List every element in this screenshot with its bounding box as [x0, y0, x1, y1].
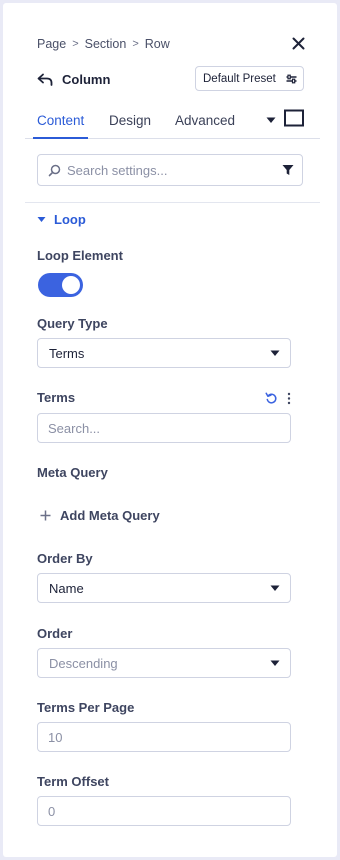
- order-select[interactable]: Descending: [37, 648, 291, 678]
- close-icon: [292, 37, 304, 49]
- order-by-label: Order By: [37, 551, 93, 566]
- plus-icon: [40, 510, 51, 520]
- search-icon: [48, 164, 61, 176]
- breadcrumb-section[interactable]: Section: [85, 37, 127, 51]
- meta-query-label: Meta Query: [37, 465, 108, 480]
- caret-down-icon: [270, 660, 280, 666]
- order-by-value: Name: [49, 580, 84, 596]
- element-title: Column: [62, 71, 111, 87]
- add-meta-query-label: Add Meta Query: [60, 507, 160, 523]
- section-divider: [25, 202, 320, 203]
- preset-selector[interactable]: Default Preset: [195, 66, 304, 91]
- breadcrumb: Page > Section > Row: [37, 34, 170, 54]
- preset-label: Default Preset: [203, 72, 276, 85]
- loop-element-toggle[interactable]: [38, 273, 83, 297]
- tab-design[interactable]: Design: [105, 103, 155, 138]
- tab-bar: Content Design Advanced: [25, 103, 320, 139]
- tab-content[interactable]: Content: [33, 103, 89, 139]
- loop-element-label: Loop Element: [37, 248, 123, 263]
- order-value: Descending: [49, 655, 118, 671]
- settings-search: [37, 154, 303, 186]
- tab-design-label: Design: [109, 113, 152, 128]
- breadcrumb-row[interactable]: Row: [145, 37, 170, 51]
- add-meta-query-button[interactable]: Add Meta Query: [40, 505, 160, 525]
- order-by-select[interactable]: Name: [37, 573, 291, 603]
- query-type-label: Query Type: [37, 316, 108, 331]
- caret-down-icon: [37, 216, 46, 222]
- tab-content-label: Content: [37, 112, 85, 128]
- more-options-icon[interactable]: [284, 392, 294, 405]
- settings-panel: Page > Section > Row Column Default Pres…: [3, 3, 337, 857]
- chevron-right-icon: >: [72, 38, 79, 50]
- sliders-icon: [286, 74, 297, 83]
- term-offset-label: Term Offset: [37, 774, 109, 789]
- tab-advanced[interactable]: Advanced: [171, 103, 239, 138]
- close-button[interactable]: [289, 33, 307, 53]
- caret-down-icon: [270, 585, 280, 591]
- loop-section-toggle[interactable]: Loop: [37, 209, 86, 229]
- back-arrow-icon: [37, 73, 53, 86]
- query-type-select[interactable]: Terms: [37, 338, 291, 368]
- terms-label: Terms: [37, 390, 76, 405]
- toggle-knob: [62, 276, 80, 294]
- terms-actions: [265, 390, 294, 406]
- filter-icon[interactable]: [282, 164, 294, 176]
- responsive-view-icon[interactable]: [283, 109, 305, 127]
- term-offset-input[interactable]: [37, 796, 291, 826]
- loop-section-title: Loop: [54, 211, 86, 227]
- terms-per-page-input[interactable]: [37, 722, 291, 752]
- terms-per-page-label: Terms Per Page: [37, 700, 135, 715]
- back-button[interactable]: Column: [37, 67, 110, 91]
- query-type-value: Terms: [49, 345, 85, 361]
- reset-icon[interactable]: [265, 392, 278, 405]
- chevron-right-icon: >: [132, 38, 139, 50]
- order-label: Order: [37, 626, 73, 641]
- caret-down-icon: [270, 350, 280, 356]
- caret-down-icon[interactable]: [265, 113, 277, 127]
- search-input[interactable]: [67, 162, 282, 178]
- breadcrumb-page[interactable]: Page: [37, 37, 66, 51]
- terms-search-input[interactable]: [37, 413, 291, 443]
- tab-advanced-label: Advanced: [175, 113, 236, 128]
